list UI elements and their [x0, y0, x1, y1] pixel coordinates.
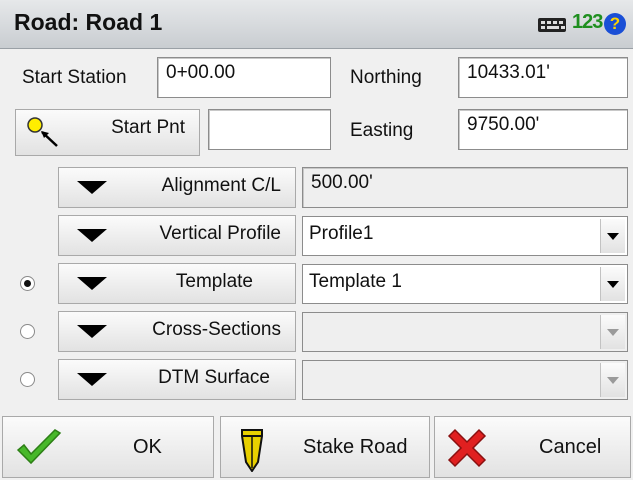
start-station-field[interactable]: 0+00.00: [157, 57, 331, 98]
start-pnt-button[interactable]: Start Pnt: [15, 109, 200, 156]
start-station-label: Start Station: [22, 67, 127, 88]
northing-field[interactable]: 10433.01': [458, 57, 628, 98]
dtm-surface-button[interactable]: DTM Surface: [58, 359, 296, 400]
point-select-icon: [27, 117, 58, 147]
cancel-button[interactable]: Cancel: [434, 416, 631, 478]
alignment-cl-button[interactable]: Alignment C/L: [58, 167, 296, 208]
cross-sections-radio[interactable]: [20, 324, 35, 339]
vertical-profile-value: Profile1: [309, 223, 374, 244]
vertical-profile-select[interactable]: Profile1: [302, 216, 628, 256]
vertical-profile-label: Vertical Profile: [159, 223, 281, 244]
cross-sections-select: [302, 312, 628, 352]
cross-sections-button[interactable]: Cross-Sections: [58, 311, 296, 352]
ok-button[interactable]: OK: [2, 416, 214, 478]
vertical-profile-button[interactable]: Vertical Profile: [58, 215, 296, 256]
start-pnt-field[interactable]: [208, 109, 331, 150]
numeric-entry-icon[interactable]: 123: [572, 11, 603, 34]
stake-road-label: Stake Road: [303, 436, 408, 458]
chevron-down-icon: [600, 315, 625, 349]
stake-road-button[interactable]: Stake Road: [220, 416, 430, 478]
keyboard-icon[interactable]: [538, 18, 566, 32]
dropdown-triangle-icon: [77, 277, 107, 290]
stake-icon: [241, 429, 263, 472]
title-bar: Road: Road 1 123 ?: [0, 0, 633, 49]
x-icon: [447, 428, 487, 468]
checkmark-icon: [16, 429, 62, 465]
dropdown-triangle-icon: [77, 373, 107, 386]
alignment-cl-label: Alignment C/L: [161, 175, 281, 196]
dropdown-triangle-icon: [77, 181, 107, 194]
template-value: Template 1: [309, 271, 402, 292]
dtm-surface-select: [302, 360, 628, 400]
window-title: Road: Road 1: [14, 9, 163, 35]
cross-sections-label: Cross-Sections: [152, 319, 281, 340]
chevron-down-icon[interactable]: [600, 267, 625, 301]
easting-field[interactable]: 9750.00': [458, 109, 628, 150]
cancel-label: Cancel: [539, 436, 602, 458]
start-pnt-label: Start Pnt: [111, 117, 185, 138]
dropdown-triangle-icon: [77, 229, 107, 242]
dtm-surface-label: DTM Surface: [158, 367, 270, 388]
easting-label: Easting: [350, 120, 414, 141]
alignment-cl-field: 500.00': [302, 167, 628, 208]
dtm-surface-radio[interactable]: [20, 372, 35, 387]
template-label: Template: [175, 271, 253, 292]
template-button[interactable]: Template: [58, 263, 296, 304]
template-radio[interactable]: [20, 276, 35, 291]
template-select[interactable]: Template 1: [302, 264, 628, 304]
dropdown-triangle-icon: [77, 325, 107, 338]
help-icon[interactable]: ?: [604, 13, 626, 35]
northing-label: Northing: [350, 67, 422, 88]
ok-label: OK: [133, 436, 162, 458]
chevron-down-icon: [600, 363, 625, 397]
chevron-down-icon[interactable]: [600, 219, 625, 253]
